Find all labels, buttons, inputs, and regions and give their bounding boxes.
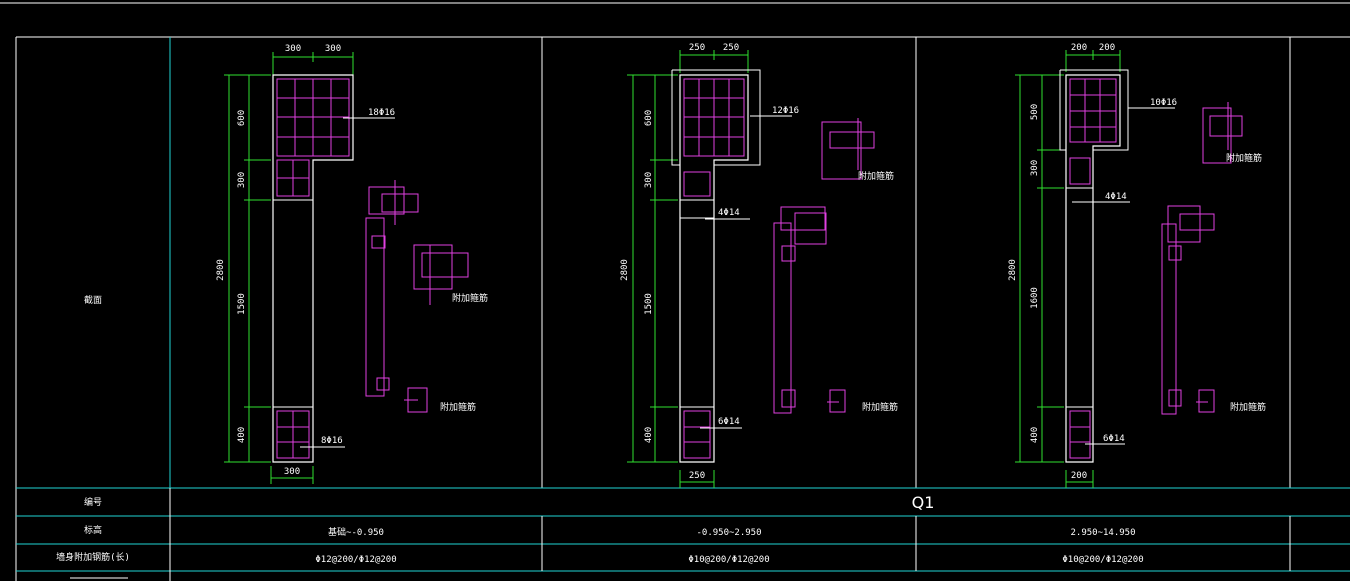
section-2-bottom-dim: 250 [689,471,705,481]
section-3-mid-rebar-label: 4Φ14 [1105,192,1127,202]
section-3-dim-400: 400 [1030,427,1040,443]
section-2-top-dim-b: 250 [723,43,739,53]
section-2-detail-label-1: 附加箍筋 [858,170,894,182]
section-3-bottom-dim: 200 [1071,471,1087,481]
section-2-drawing[interactable]: 250 250 250 600 300 1500 400 2800 12Φ16 [620,43,898,488]
section-3-top-dim-a: 200 [1071,43,1087,53]
elevation-cell-3: 2.950~14.950 [1070,528,1135,538]
section-2-dim-1500: 1500 [644,293,654,315]
section-1-top-dim-a: 300 [285,44,301,54]
section-1-top-rebar-label: 18Φ16 [368,108,395,118]
section-2-top-dim-a: 250 [689,43,705,53]
section-3-dim-total: 2800 [1008,259,1018,281]
section-1-dim-total: 2800 [216,259,226,281]
row-label-section: 截面 [84,294,102,306]
section-3-dim-1600: 1600 [1030,287,1040,309]
cad-drawing-canvas[interactable]: 截面 编号 标高 墙身附加钢筋(长) Q1 基础~-0.950 -0.950~2… [0,0,1350,581]
section-2-bottom-rebar-label: 6Φ14 [718,417,740,427]
section-1-bottom-dim: 300 [284,467,300,477]
elevation-cell-2: -0.950~2.950 [696,528,761,538]
section-3-top-dim-b: 200 [1099,43,1115,53]
section-3-detail-label-1: 附加箍筋 [1226,152,1262,164]
section-1-bottom-rebar-label: 8Φ16 [321,436,343,446]
section-3-top-rebar-label: 10Φ16 [1150,98,1177,108]
section-2-detail-label-2: 附加箍筋 [862,401,898,413]
section-2-dim-total: 2800 [620,259,630,281]
section-3-stirrup-details [1161,102,1243,415]
row-label-web-rebar: 墙身附加钢筋(长) [56,551,130,563]
web-rebar-cell-2: Φ10@200/Φ12@200 [688,555,769,565]
web-rebar-cell-1: Φ12@200/Φ12@200 [315,555,396,565]
section-1-dim-300: 300 [237,172,247,188]
web-rebar-cell-3: Φ10@200/Φ12@200 [1062,555,1143,565]
section-1-drawing[interactable]: 300 300 300 600 300 1500 400 2800 18Φ16 … [216,44,488,484]
section-2-top-rebar-label: 12Φ16 [772,106,799,116]
section-2-dim-300: 300 [644,172,654,188]
section-1-top-dim-b: 300 [325,44,341,54]
section-1-dim-1500: 1500 [237,293,247,315]
section-1-detail-label-1: 附加箍筋 [452,292,488,304]
section-2-stirrup-details [773,118,875,414]
section-3-outline [1065,74,1121,463]
section-1-dim-400: 400 [237,427,247,443]
drawing-svg: 截面 编号 标高 墙身附加钢筋(长) Q1 基础~-0.950 -0.950~2… [0,2,1350,581]
row-label-elevation: 标高 [84,524,102,536]
wall-number-value: Q1 [912,493,935,512]
section-3-detail-label-2: 附加箍筋 [1230,401,1266,413]
section-3-dim-300: 300 [1030,160,1040,176]
section-3-drawing[interactable]: 200 200 200 500 300 1600 400 2800 10Φ16 … [1008,43,1266,488]
section-3-dim-500: 500 [1030,104,1040,120]
table-grid [15,36,1350,581]
section-3-bottom-rebar-label: 6Φ14 [1103,434,1125,444]
section-1-dim-600: 600 [237,110,247,126]
row-label-number: 编号 [84,496,102,508]
section-2-mid-rebar-label: 4Φ14 [718,208,740,218]
section-1-detail-label-2: 附加箍筋 [440,401,476,413]
section-2-dim-600: 600 [644,110,654,126]
section-2-dim-400: 400 [644,427,654,443]
elevation-cell-1: 基础~-0.950 [328,526,384,538]
